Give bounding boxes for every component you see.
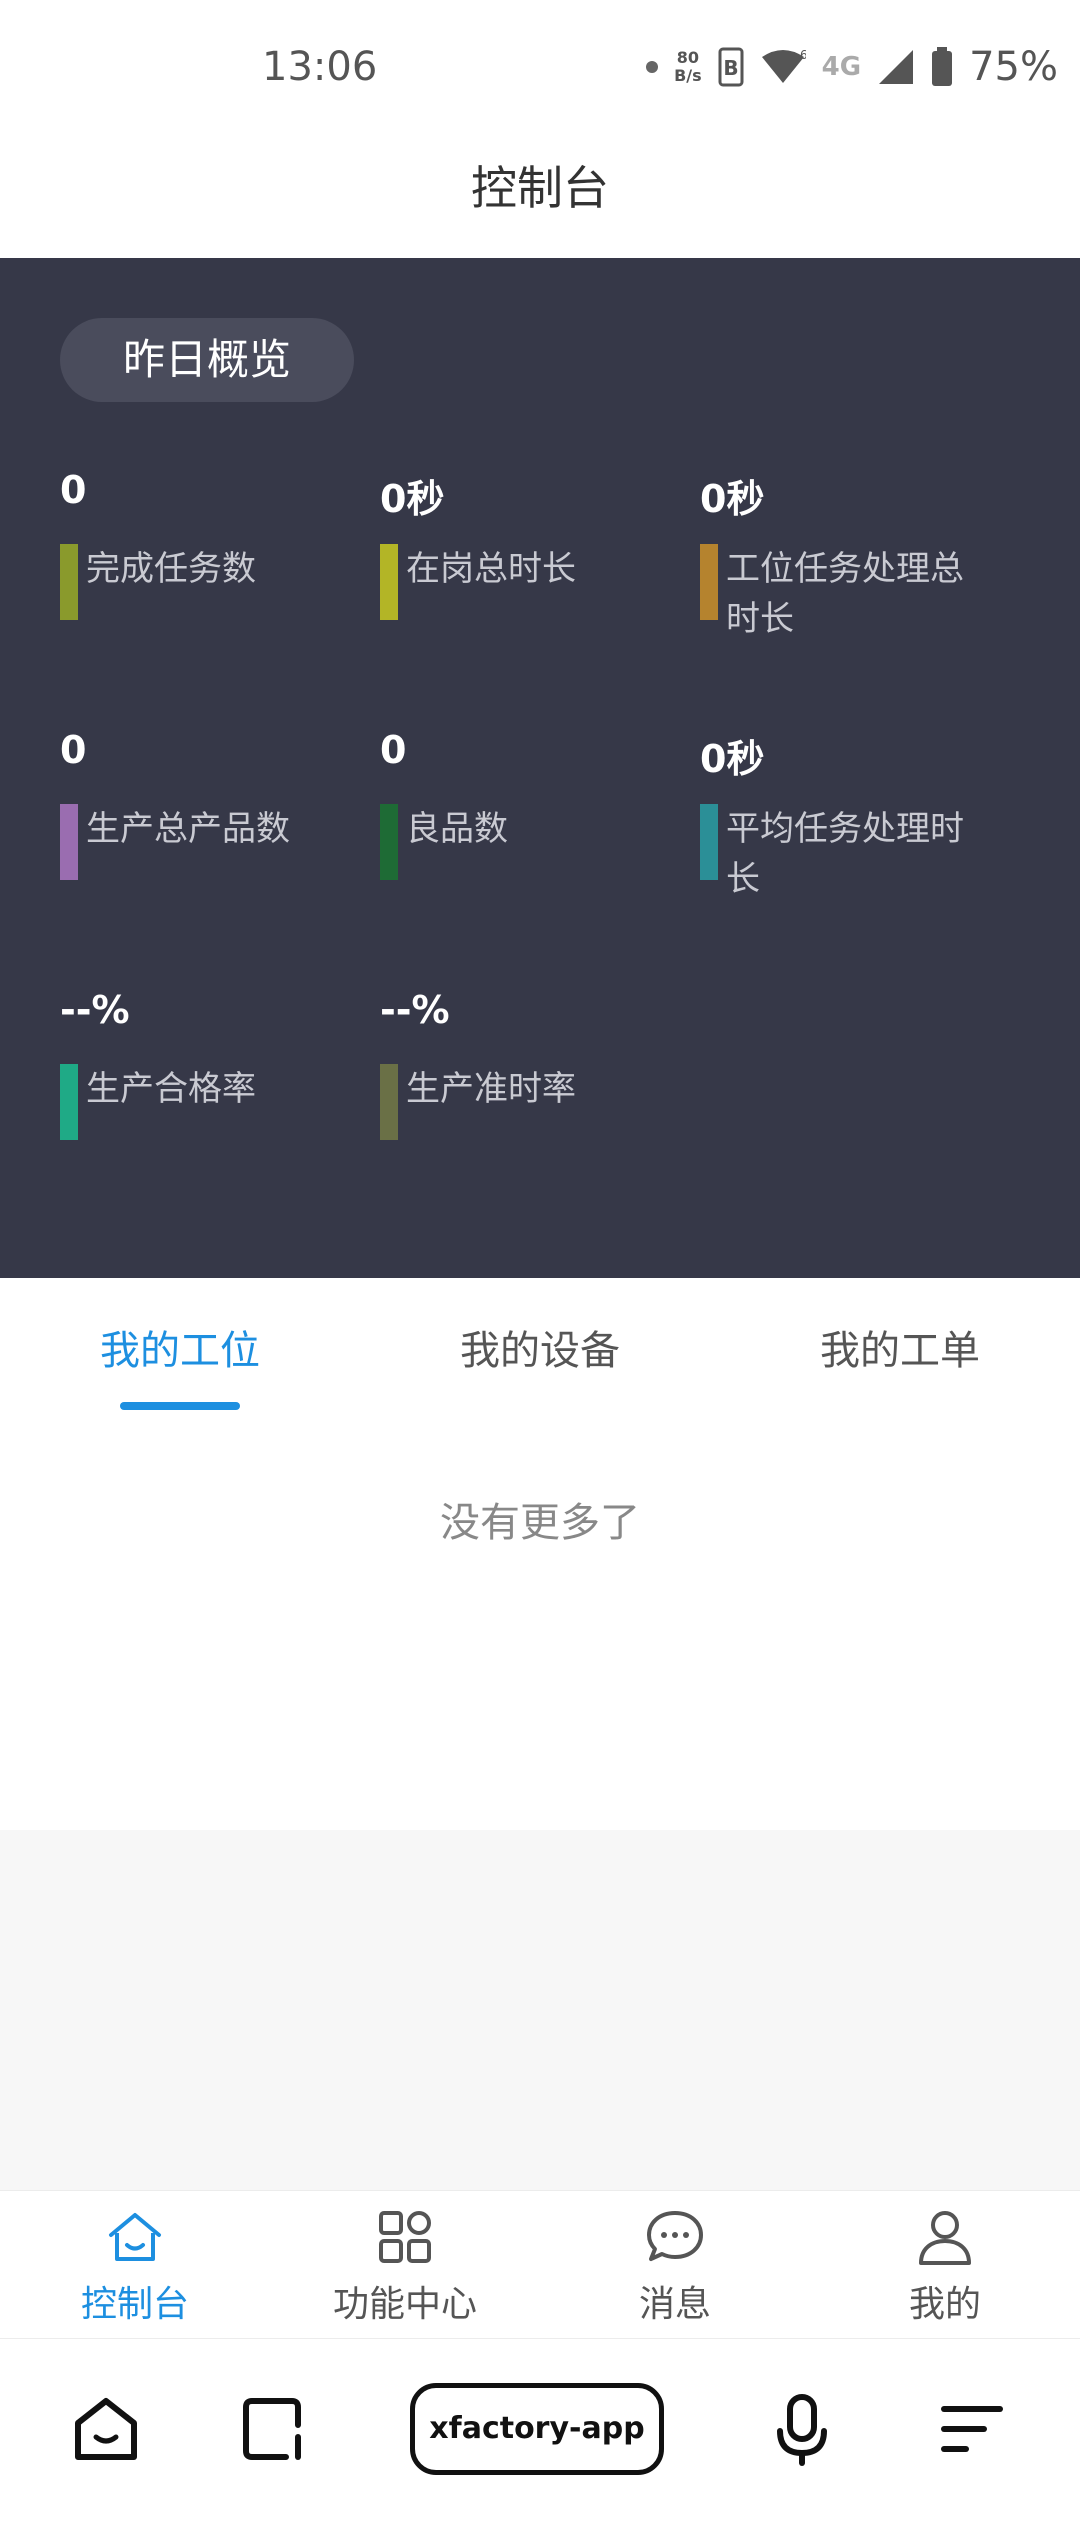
tab-bar: 我的工位 我的设备 我的工单 <box>0 1278 1080 1420</box>
metric-label: 平均任务处理时长 <box>726 809 964 899</box>
yesterday-overview-panel: 昨日概览 0 完成任务数 0秒 在岗总时长 0秒 工位任务处理总时长 0 生产总… <box>0 258 1080 1278</box>
metric-value: --% <box>380 988 450 1032</box>
metric-color-bar <box>700 804 718 880</box>
battery-icon <box>932 47 953 86</box>
chat-icon <box>647 2211 703 2261</box>
metric-label: 工位任务处理总时长 <box>726 549 964 639</box>
net-speed-value: 80 <box>676 48 699 67</box>
metric-value: --% <box>60 988 130 1032</box>
metric-label: 完成任务数 <box>86 549 256 589</box>
metric-color-bar <box>60 804 78 880</box>
metric-color-bar <box>380 1064 398 1140</box>
metric-color-bar <box>60 1064 78 1140</box>
svg-text:B: B <box>723 56 738 80</box>
metric-value: 0 <box>380 728 407 772</box>
metric-color-bar <box>380 804 398 880</box>
nav-mine[interactable]: 我的 <box>810 2205 1080 2335</box>
home-icon <box>109 2213 161 2261</box>
empty-state-text: 没有更多了 <box>440 1500 640 1546</box>
nav-dashboard[interactable]: 控制台 <box>0 2205 270 2335</box>
metric-label: 生产准时率 <box>406 1069 576 1109</box>
metric-label: 生产合格率 <box>86 1069 256 1109</box>
battery-percent: 75% <box>969 44 1058 90</box>
tab-my-station[interactable]: 我的工位 <box>0 1318 360 1376</box>
status-time: 13:06 <box>262 44 378 90</box>
system-nav-bar: xfactory-app <box>0 2338 1080 2521</box>
notification-dot-icon <box>646 61 659 73</box>
nav-label: 控制台 <box>80 2284 189 2325</box>
current-app-button[interactable]: xfactory-app <box>410 2383 664 2475</box>
metric-color-bar <box>60 544 78 620</box>
bottom-nav: 控制台 功能中心 消息 我的 <box>0 2190 1080 2339</box>
tab-my-work-orders[interactable]: 我的工单 <box>720 1318 1080 1376</box>
metric-color-bar <box>380 544 398 620</box>
menu-icon[interactable] <box>930 2387 1014 2471</box>
microphone-icon[interactable] <box>760 2387 844 2471</box>
tab-content: 没有更多了 <box>0 1420 1080 1830</box>
page-header: 控制台 <box>0 148 1080 258</box>
network-type: 4G <box>821 52 862 82</box>
nav-function-center[interactable]: 功能中心 <box>270 2205 540 2335</box>
hd-icon: B <box>718 47 744 87</box>
metric-value: 0 <box>60 728 87 772</box>
metric-color-bar <box>700 544 718 620</box>
metric-value: 0秒 <box>700 477 765 521</box>
metric-value: 0秒 <box>380 477 445 521</box>
overview-chip[interactable]: 昨日概览 <box>60 318 354 402</box>
system-recents-icon[interactable] <box>232 2387 316 2471</box>
net-speed-indicator: 80 B/s <box>674 49 702 85</box>
metric-label: 良品数 <box>406 809 508 849</box>
nav-label: 我的 <box>908 2284 981 2325</box>
status-bar: 13:06 80 B/s B 6 4G 75% <box>0 0 1080 148</box>
nav-label: 消息 <box>638 2284 711 2325</box>
tab-my-equipment[interactable]: 我的设备 <box>360 1318 720 1376</box>
tab-active-indicator <box>120 1402 240 1410</box>
system-home-icon[interactable] <box>64 2387 148 2471</box>
page-title: 控制台 <box>471 161 609 215</box>
wifi-icon: 6 <box>761 48 806 83</box>
nav-label: 功能中心 <box>332 2284 477 2325</box>
nav-messages[interactable]: 消息 <box>540 2205 810 2335</box>
svg-text:6: 6 <box>800 48 806 62</box>
signal-icon <box>879 50 914 84</box>
status-icons: 80 B/s B 6 4G 75% <box>646 44 1058 90</box>
metric-value: 0秒 <box>700 737 765 781</box>
metric-label: 生产总产品数 <box>86 809 290 849</box>
grid-icon <box>379 2211 431 2263</box>
net-speed-unit: B/s <box>674 66 702 85</box>
metric-label: 在岗总时长 <box>406 549 576 589</box>
metric-value: 0 <box>60 468 87 512</box>
user-icon <box>919 2211 971 2265</box>
